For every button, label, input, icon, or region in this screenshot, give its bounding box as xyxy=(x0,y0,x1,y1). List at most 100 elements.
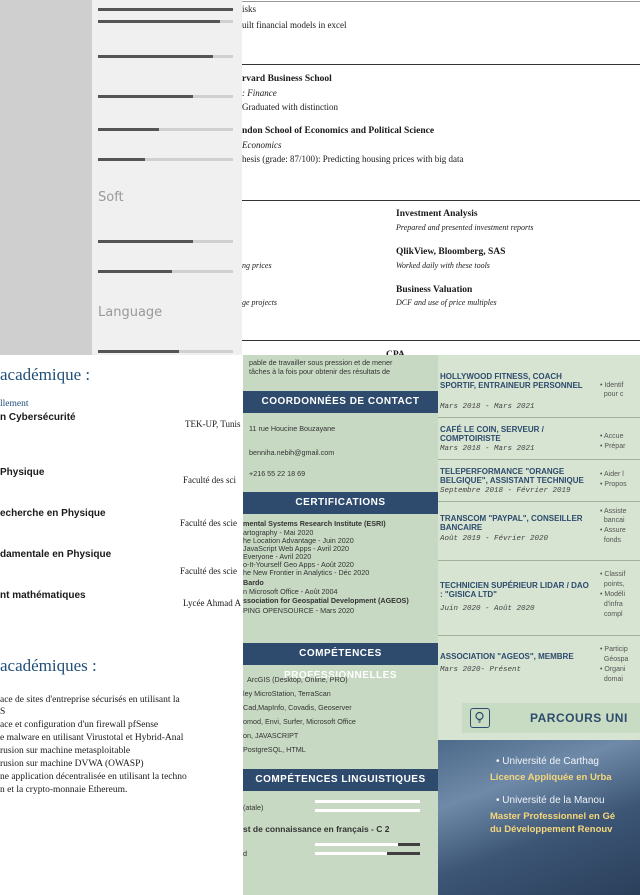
cert-line: PING OPENSOURCE - Mars 2020 xyxy=(243,606,355,615)
soft-skills-title: Soft xyxy=(98,190,124,205)
certifications-heading: CERTIFICATIONS xyxy=(243,492,438,514)
degree-label: damentale en Physique xyxy=(0,549,112,560)
section-subheading: llement xyxy=(0,399,29,409)
school-field: : Finance xyxy=(242,88,277,98)
skill-line: PostgreSQL, HTML xyxy=(243,745,306,754)
experience-line: uilt financial models in excel xyxy=(242,20,347,30)
professional-skills-heading: COMPÉTENCES PROFESSIONNELLES xyxy=(243,643,438,681)
divider xyxy=(438,417,640,418)
cert-line: mental Systems Research Institute (ESRI) xyxy=(243,519,386,528)
intro-line: tâches à la fois pour obtenir des résult… xyxy=(249,367,391,376)
job-title: TELEPERFORMANCE "ORANGE BELGIQUE", ASSIS… xyxy=(440,467,584,485)
job-title: CAFÉ LE COIN, SERVEUR / COMPTOIRISTE xyxy=(440,425,544,443)
skill-bar xyxy=(98,270,233,273)
school-name: rvard Business School xyxy=(242,74,332,84)
job-title: TECHNICIEN SUPÉRIEUR LIDAR / DAO : "GISI… xyxy=(440,581,589,599)
project-line: rusion sur machine metasploitable xyxy=(0,746,131,756)
language-level-remainder xyxy=(398,843,420,846)
skill-name: Investment Analysis xyxy=(396,209,478,219)
cert-line: ssociation for Geospatial Development (A… xyxy=(243,596,409,605)
cert-line: he New Frontier in Analytics - Déc 2020 xyxy=(243,568,370,577)
project-line: ace de sites d'entreprise sécurisés en u… xyxy=(0,695,180,705)
language-level-bar xyxy=(315,809,420,812)
contact-heading: COORDONNÉES DE CONTACT xyxy=(243,391,438,413)
project-line: ace et configuration d'un firewall pfSen… xyxy=(0,720,159,730)
degree-label: Physique xyxy=(0,467,45,478)
project-line: ne application décentralisée en utilisan… xyxy=(0,772,187,782)
job-bullet: • Assure xyxy=(600,527,626,534)
skill-bar xyxy=(98,8,233,11)
job-bullet: • Accue xyxy=(600,433,624,440)
degree-institution: Faculté des sci xyxy=(183,475,236,485)
degree-institution: Lycée Ahmad A xyxy=(183,598,241,608)
skill-bar xyxy=(98,158,233,161)
job-bullet: • Identif xyxy=(600,382,624,389)
section-heading: académiques : xyxy=(0,656,97,675)
university-name: • Université de Carthag xyxy=(496,756,599,767)
job-date: Mars 2018 - Mars 2021 xyxy=(440,445,535,453)
school-note: Graduated with distinction xyxy=(242,102,338,112)
project-line: e malware en utilisant Virustotal et Hyb… xyxy=(0,733,184,743)
job-title: HOLLYWOOD FITNESS, COACH SPORTIF, ENTRAI… xyxy=(440,372,583,390)
job-title: ASSOCIATION "AGEOS", MEMBRE xyxy=(440,652,574,661)
experience-line: isks xyxy=(242,4,257,14)
job-date: Septembre 2018 - Février 2019 xyxy=(440,487,571,495)
job-bullet: d'infra xyxy=(603,601,623,608)
school-name: ndon School of Economics and Political S… xyxy=(242,126,435,136)
job-date: Mars 2018 - Mars 2021 xyxy=(440,403,535,411)
job-bullet: • Prépar xyxy=(600,443,626,450)
language-title: Language xyxy=(98,305,163,320)
language-line: st de connaissance en français - C 2 xyxy=(243,824,390,834)
job-bullet: • Organi xyxy=(600,666,626,673)
skill-bar xyxy=(98,55,233,58)
degree-label: n Cybersécurité xyxy=(0,412,76,423)
project-line: n et la crypto-monnaie Ethereum. xyxy=(0,785,128,795)
skill-bar xyxy=(98,95,233,98)
section-divider xyxy=(242,340,640,341)
skill-line: on, JAVASCRIPT xyxy=(243,731,299,740)
cert-line: Bardo xyxy=(243,578,264,587)
divider xyxy=(438,635,640,636)
academic-resume-excerpt: académique : llement n Cybersécurité TEK… xyxy=(0,355,243,895)
job-date: Juin 2020 - Août 2020 xyxy=(440,605,535,613)
university-name: • Université de la Manou xyxy=(496,795,605,806)
contact-email: benniha.nebih@gmail.com xyxy=(249,448,335,457)
skill-desc: Prepared and presented investment report… xyxy=(396,223,534,232)
section-divider xyxy=(242,64,640,65)
job-bullet: • Aider l xyxy=(600,471,624,478)
skill-line: ley MicroStation, TerraScan xyxy=(243,689,331,698)
school-field: Economics xyxy=(242,140,282,150)
job-bullet: • Modéli xyxy=(600,591,626,598)
skill-line: omod, Envi, Surfer, Microsoft Office xyxy=(243,717,356,726)
job-bullet: pour c xyxy=(603,391,624,398)
divider xyxy=(438,501,640,502)
sage-resume-sidebar: pable de travailler sous pression et de … xyxy=(243,355,438,895)
skill-bar xyxy=(98,240,233,243)
section-divider xyxy=(242,200,640,201)
degree-institution: TEK-UP, Tunis xyxy=(185,419,241,429)
left-note: ge projects xyxy=(242,298,278,307)
skill-bar xyxy=(98,350,233,353)
education-photo-background: • Université de Carthag Licence Appliqué… xyxy=(438,740,640,895)
cert-line: n Microsoft Office - Août 2004 xyxy=(243,587,338,596)
lightbulb-icon xyxy=(470,708,490,728)
degree-title: Master Professionnel en Gé xyxy=(490,811,616,822)
sage-resume-experience: HOLLYWOOD FITNESS, COACH SPORTIF, ENTRAI… xyxy=(438,355,640,895)
job-bullet: • Assiste xyxy=(600,508,627,515)
job-date: Mars 2020- Présent xyxy=(440,666,522,674)
grey-background-panel xyxy=(0,0,92,360)
language-level-bar xyxy=(315,852,387,855)
job-bullet: points, xyxy=(603,581,625,588)
degree-title: du Développement Renouv xyxy=(490,824,613,835)
intro-line: pable de travailler sous pression et de … xyxy=(249,358,393,367)
job-bullet: • Classif xyxy=(600,571,626,578)
job-bullet: • Particip xyxy=(600,646,628,653)
degree-label: nt mathématiques xyxy=(0,590,86,601)
job-bullet: fonds xyxy=(603,537,622,544)
language-line: (atale) xyxy=(243,803,264,812)
job-bullet: • Propos xyxy=(600,481,627,488)
job-date: Août 2019 - Février 2020 xyxy=(440,535,549,543)
degree-institution: Faculté des scie xyxy=(180,518,237,528)
language-level-bar xyxy=(315,800,420,803)
project-line: S xyxy=(0,707,6,717)
